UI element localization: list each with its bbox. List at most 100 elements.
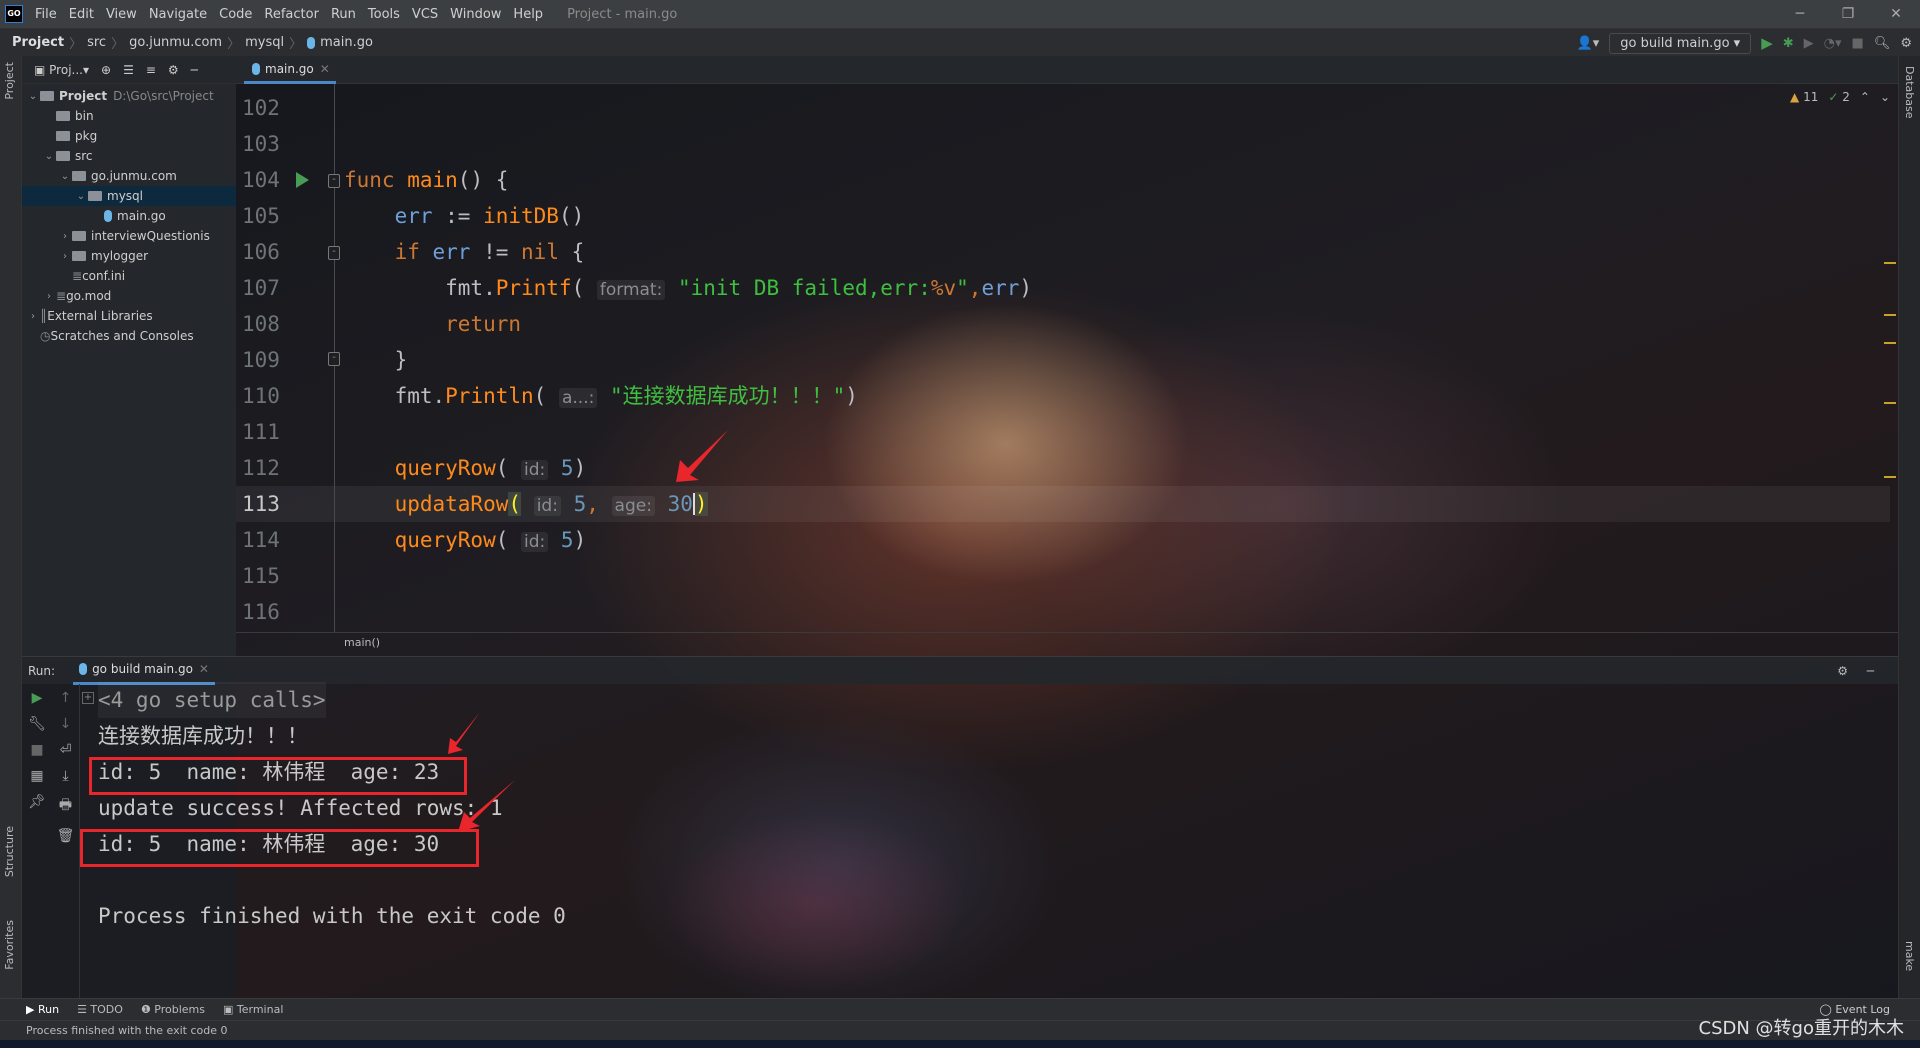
run-settings-icon[interactable]: ⚙ (1837, 664, 1848, 678)
inspection-widget[interactable]: ▲ 11 ✓ 2 ⌃ ⌄ (1790, 90, 1890, 104)
menu-help[interactable]: Help (513, 7, 543, 22)
fold-marker-icon[interactable]: - (328, 352, 340, 366)
stop-icon[interactable]: ■ (30, 742, 43, 758)
run-gutter-icon[interactable] (296, 172, 309, 188)
tree-item[interactable]: ≣ conf.ini (22, 266, 236, 286)
warning-count[interactable]: ▲ 11 (1790, 90, 1818, 104)
close-window-button[interactable]: ✕ (1872, 0, 1920, 28)
tree-item[interactable]: › mylogger (22, 246, 236, 266)
search-icon[interactable]: 🔍︎ (1874, 36, 1891, 51)
menu-edit[interactable]: Edit (69, 7, 94, 22)
breadcrumb-src[interactable]: src (87, 35, 106, 50)
tree-item[interactable]: ◷ Scratches and Consoles (22, 326, 236, 346)
pin-icon[interactable]: 📌︎ (28, 794, 46, 810)
make-tool-button[interactable]: make (1903, 941, 1916, 971)
breadcrumb-function[interactable]: main() (344, 636, 380, 649)
database-tool-button[interactable]: Database (1903, 66, 1916, 119)
breadcrumb-file[interactable]: main.go (320, 35, 373, 50)
menu-view[interactable]: View (106, 7, 137, 22)
menu-code[interactable]: Code (219, 7, 252, 22)
chevron-icon[interactable]: › (58, 251, 72, 262)
tree-item[interactable]: ⌄ mysql (22, 186, 236, 206)
expand-all-icon[interactable]: ☰ (123, 63, 134, 77)
code-line[interactable]: func main() { (344, 162, 508, 198)
run-tool-tab[interactable]: ▶ Run (26, 1003, 59, 1016)
code-line[interactable]: if err != nil { (344, 234, 585, 270)
wrench-icon[interactable]: 🔧︎ (28, 716, 46, 732)
chevron-icon[interactable]: › (58, 231, 72, 242)
locate-icon[interactable]: ⊕ (101, 63, 111, 77)
settings-icon[interactable]: ⚙ (168, 63, 179, 77)
down-arrow-icon[interactable]: ↓ (60, 716, 72, 732)
hide-icon[interactable]: ─ (191, 63, 198, 77)
prev-highlight-icon[interactable]: ⌃ (1860, 90, 1870, 104)
code-line[interactable]: } (344, 342, 408, 378)
chevron-icon[interactable]: › (42, 291, 56, 302)
menu-navigate[interactable]: Navigate (149, 7, 207, 22)
debug-icon[interactable]: ✱ (1783, 36, 1794, 51)
code-line[interactable]: queryRow( id: 5) (344, 522, 586, 558)
tree-item[interactable]: ⌄ src (22, 146, 236, 166)
fold-marker-icon[interactable]: - (328, 174, 340, 188)
code-line[interactable]: fmt.Printf( format: "init DB failed,err:… (344, 270, 1032, 306)
fold-marker-icon[interactable]: - (328, 246, 340, 260)
menu-run[interactable]: Run (331, 7, 356, 22)
breadcrumb-package[interactable]: go.junmu.com (129, 35, 222, 50)
todo-tool-tab[interactable]: ☰ TODO (77, 1003, 123, 1016)
scroll-to-end-icon[interactable]: ⤓ (62, 768, 68, 784)
code-line[interactable]: queryRow( id: 5) (344, 450, 586, 486)
print-icon[interactable]: 🖶︎ (59, 794, 72, 818)
breadcrumb-project[interactable]: Project (12, 35, 64, 50)
layout-icon[interactable]: ▦ (30, 768, 43, 784)
menu-refactor[interactable]: Refactor (264, 7, 319, 22)
run-icon[interactable]: ▶ (1761, 34, 1773, 52)
stop-icon[interactable]: ■ (1852, 36, 1864, 51)
close-tab-icon[interactable]: ✕ (320, 62, 330, 76)
soft-wrap-icon[interactable]: ⏎ (60, 742, 72, 758)
chevron-icon[interactable]: › (26, 311, 40, 322)
close-run-tab-icon[interactable]: ✕ (199, 662, 209, 676)
hide-run-panel-icon[interactable]: ─ (1867, 664, 1874, 678)
breadcrumb-mysql[interactable]: mysql (245, 35, 284, 50)
weak-warning-count[interactable]: ✓ 2 (1828, 90, 1850, 104)
settings-gear-icon[interactable]: ⚙ (1900, 36, 1912, 51)
menu-file[interactable]: File (35, 7, 57, 22)
up-arrow-icon[interactable]: ↑ (60, 690, 72, 706)
project-tool-button[interactable]: Project (3, 62, 16, 100)
coverage-icon[interactable]: ▶ (1804, 36, 1814, 51)
problems-tool-tab[interactable]: ❶ Problems (141, 1003, 205, 1016)
minimize-button[interactable]: ─ (1776, 0, 1824, 28)
tree-item[interactable]: ⌄ go.junmu.com (22, 166, 236, 186)
code-line[interactable]: fmt.Println( a...: "连接数据库成功！！！") (344, 378, 858, 414)
user-icon[interactable]: 👤▾ (1577, 36, 1600, 51)
chevron-icon[interactable]: ⌄ (74, 191, 88, 202)
collapse-all-icon[interactable]: ≡ (146, 63, 156, 77)
code-line[interactable]: updataRow( id: 5, age: 30) (344, 486, 708, 522)
structure-tool-button[interactable]: Structure (3, 826, 16, 877)
tree-item[interactable]: › interviewQuestionis (22, 226, 236, 246)
favorites-tool-button[interactable]: Favorites (3, 920, 16, 970)
restore-button[interactable]: ❐ (1824, 0, 1872, 28)
chevron-icon[interactable]: ⌄ (26, 91, 40, 102)
project-view-dropdown[interactable]: ▣ Proj...▾ (34, 63, 89, 77)
tree-item[interactable]: main.go (22, 206, 236, 226)
tree-item[interactable]: ⌄ Project D:\Go\src\Project (22, 86, 236, 106)
menu-tools[interactable]: Tools (368, 7, 400, 22)
rerun-icon[interactable]: ▶ (32, 690, 43, 706)
tree-item[interactable]: pkg (22, 126, 236, 146)
terminal-tool-tab[interactable]: ▣ Terminal (223, 1003, 283, 1016)
chevron-icon[interactable]: ⌄ (42, 151, 56, 162)
tree-item[interactable]: bin (22, 106, 236, 126)
run-configuration-select[interactable]: go build main.go ▾ (1609, 32, 1752, 54)
expand-fold-icon[interactable]: + (82, 692, 94, 704)
code-line[interactable]: err := initDB() (344, 198, 585, 234)
tree-item[interactable]: › ≣ go.mod (22, 286, 236, 306)
next-highlight-icon[interactable]: ⌄ (1880, 90, 1890, 104)
menu-vcs[interactable]: VCS (412, 7, 438, 22)
code-line[interactable]: return (344, 306, 521, 342)
profile-icon[interactable]: ◔▾ (1824, 36, 1842, 51)
tree-item[interactable]: › ║ External Libraries (22, 306, 236, 326)
chevron-icon[interactable]: ⌄ (58, 171, 72, 182)
menu-window[interactable]: Window (450, 7, 501, 22)
tab-main-go[interactable]: main.go ✕ (244, 56, 336, 84)
